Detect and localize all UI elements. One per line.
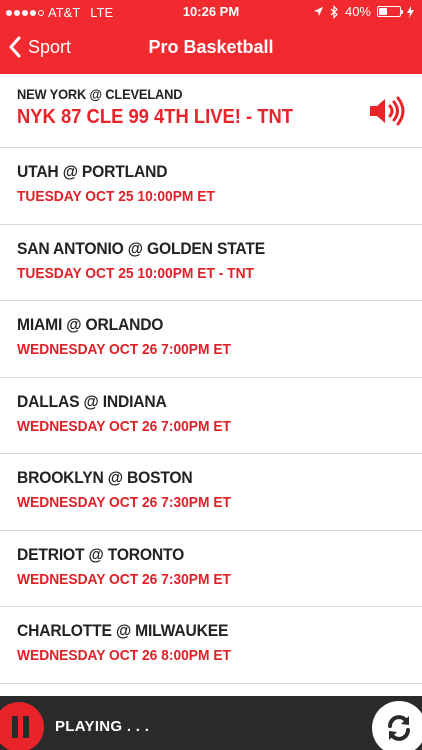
back-button-label: Sport <box>28 36 72 57</box>
status-bar: AT&T LTE 10:26 PM 40% <box>0 0 422 24</box>
featured-matchup: NEW YORK @ CLEVELAND <box>17 86 183 102</box>
game-row[interactable]: DALLAS @ INDIANA WEDNESDAY OCT 26 7:00PM… <box>0 378 422 454</box>
battery-icon <box>377 6 403 17</box>
back-button[interactable]: Sport <box>8 36 71 58</box>
pause-button[interactable] <box>0 702 44 750</box>
game-time: WEDNESDAY OCT 26 7:00PM ET <box>17 341 231 358</box>
featured-live-score: NYK 87 CLE 99 4TH LIVE! - TNT <box>17 106 294 128</box>
game-matchup: DETRIOT @ TORONTO <box>17 544 185 564</box>
game-matchup: UTAH @ PORTLAND <box>17 162 168 181</box>
game-time: WEDNESDAY OCT 26 7:30PM ET <box>17 494 231 511</box>
bluetooth-icon <box>330 4 338 19</box>
games-list: NEW YORK @ CLEVELAND NYK 87 CLE 99 4TH L… <box>0 74 422 696</box>
game-matchup: MIAMI @ ORLANDO <box>17 315 164 334</box>
game-row[interactable]: CHARLOTTE @ MILWAUKEE WEDNESDAY OCT 26 8… <box>0 607 422 684</box>
charging-bolt-icon <box>407 5 414 18</box>
game-matchup: CHARLOTTE @ MILWAUKEE <box>17 621 229 640</box>
game-matchup: SAN ANTONIO @ GOLDEN STATE <box>17 238 265 258</box>
chevron-left-icon <box>9 36 21 58</box>
game-time: WEDNESDAY OCT 26 7:30PM ET <box>17 570 231 588</box>
playback-status: PLAYING . . . <box>55 718 150 735</box>
navigation-bar: Sport Pro Basketball <box>0 24 422 74</box>
refresh-button[interactable] <box>372 701 422 750</box>
game-time: TUESDAY OCT 25 10:00PM ET - TNT <box>17 264 254 282</box>
game-row[interactable]: BROOKLYN @ BOSTON WEDNESDAY OCT 26 7:30P… <box>0 454 422 531</box>
game-matchup: DALLAS @ INDIANA <box>17 391 167 411</box>
game-time: TUESDAY OCT 25 10:00PM ET <box>17 188 215 205</box>
game-matchup: BROOKLYN @ BOSTON <box>17 468 193 487</box>
game-time: WEDNESDAY OCT 26 8:00PM ET <box>17 647 231 664</box>
pause-icon-bar <box>23 716 29 738</box>
game-row[interactable]: MIAMI @ ORLANDO WEDNESDAY OCT 26 7:00PM … <box>0 301 422 378</box>
location-arrow-icon <box>313 6 324 17</box>
game-row[interactable]: UTAH @ PORTLAND TUESDAY OCT 25 10:00PM E… <box>0 148 422 225</box>
audio-player-bar: PLAYING . . . <box>0 696 422 750</box>
refresh-icon <box>388 715 410 741</box>
featured-game-row[interactable]: NEW YORK @ CLEVELAND NYK 87 CLE 99 4TH L… <box>0 74 422 148</box>
speaker-volume-icon[interactable] <box>368 96 406 126</box>
battery-percent: 40% <box>344 4 371 19</box>
game-row[interactable]: DETRIOT @ TORONTO WEDNESDAY OCT 26 7:30P… <box>0 531 422 607</box>
game-time: WEDNESDAY OCT 26 7:00PM ET <box>17 417 231 435</box>
game-row[interactable]: SAN ANTONIO @ GOLDEN STATE TUESDAY OCT 2… <box>0 225 422 301</box>
status-right-group: 40% <box>313 4 414 19</box>
pause-icon <box>12 716 18 738</box>
